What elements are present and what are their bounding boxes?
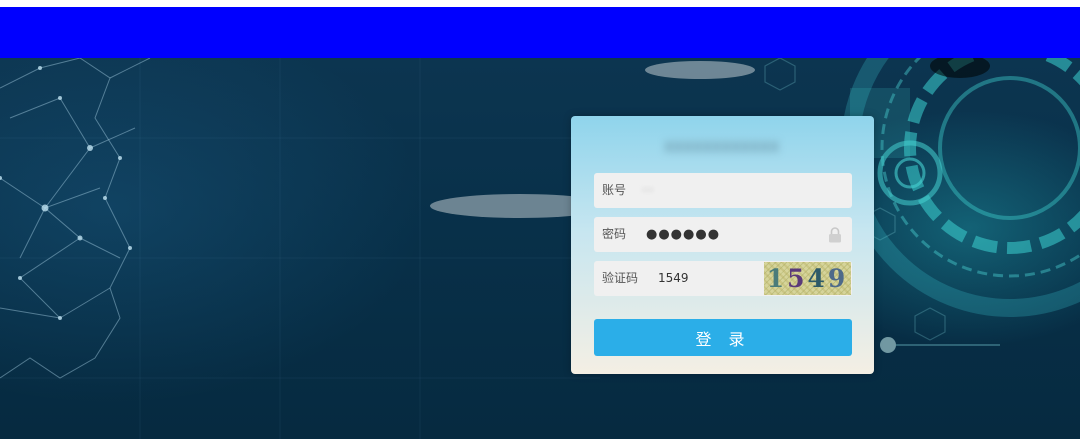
- password-label: 密码: [602, 227, 627, 241]
- password-input[interactable]: ●●●●●●: [646, 217, 720, 252]
- captcha-image[interactable]: 1 5 4 9: [764, 262, 851, 295]
- account-label: 账号: [602, 183, 627, 197]
- captcha-char: 1: [766, 264, 788, 293]
- password-field[interactable]: 密码 ●●●●●●: [594, 217, 852, 252]
- header-bar: [0, 7, 1080, 58]
- login-panel: XXXXXXXXXXXX 账号 ··· 密码 ●●●●●● 验证码 1549 1…: [571, 116, 874, 374]
- captcha-char: 4: [807, 264, 828, 293]
- login-button[interactable]: 登 录: [594, 319, 852, 356]
- captcha-char: 9: [827, 264, 849, 293]
- login-title: XXXXXXXXXXXX: [663, 140, 780, 156]
- captcha-label: 验证码: [602, 271, 639, 285]
- captcha-input[interactable]: 1549: [658, 267, 748, 290]
- captcha-char: 5: [787, 264, 808, 293]
- account-field[interactable]: 账号 ···: [594, 173, 852, 208]
- captcha-field[interactable]: 验证码 1549 1 5 4 9: [594, 261, 852, 296]
- account-input[interactable]: ···: [642, 179, 832, 202]
- background-image: [0, 58, 1080, 439]
- network-map-graphic: [0, 58, 1080, 439]
- lock-icon: [829, 227, 841, 243]
